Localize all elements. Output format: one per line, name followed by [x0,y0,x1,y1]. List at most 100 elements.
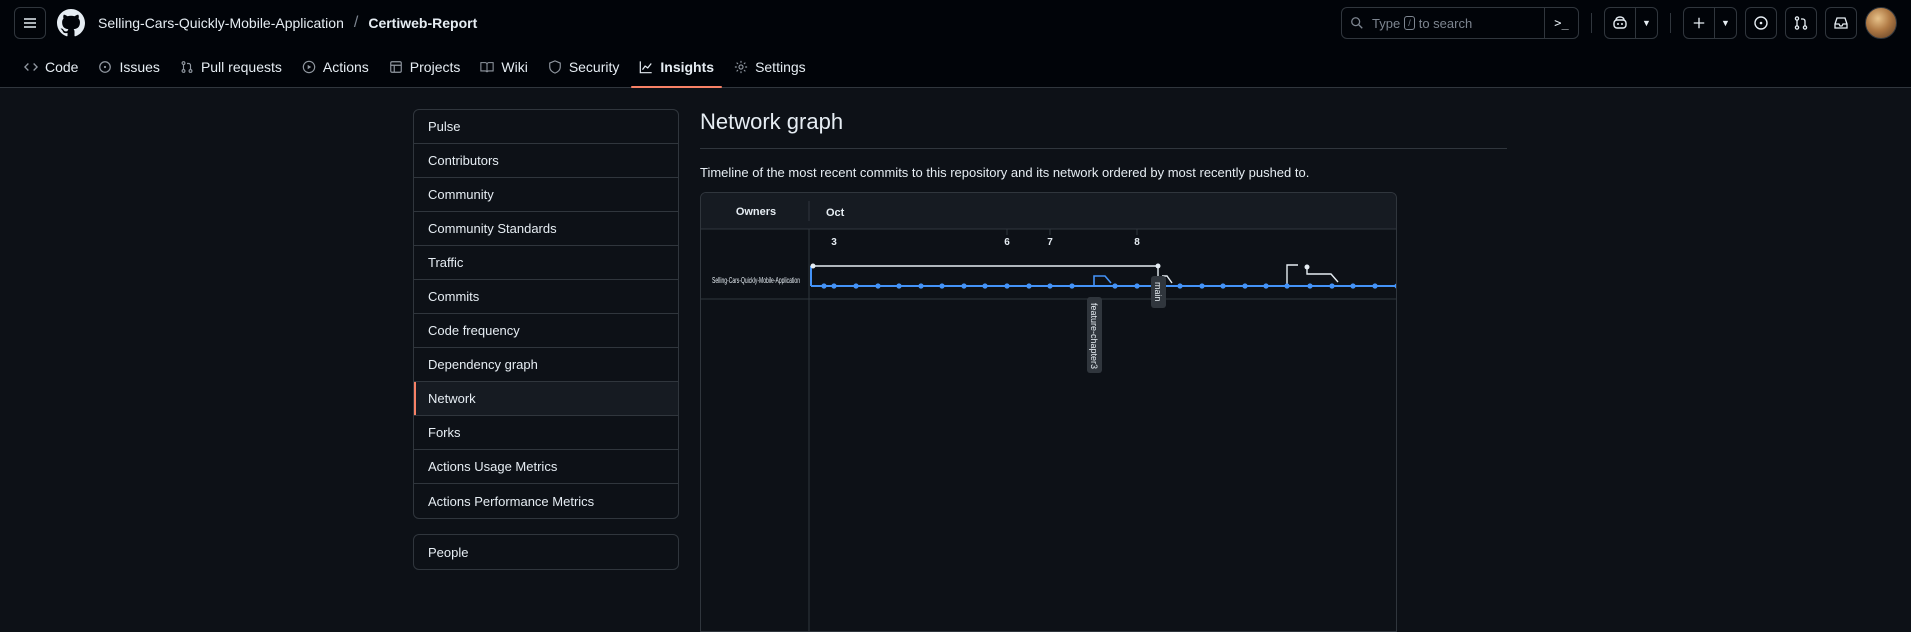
branch-label-feature[interactable]: feature-chapter3 [1087,297,1102,373]
tab-issues[interactable]: Issues [90,46,167,88]
tab-settings[interactable]: Settings [726,46,814,88]
issue-icon [1754,16,1768,30]
hamburger-icon [24,18,36,28]
tab-projects[interactable]: Projects [381,46,469,88]
sidebar-item-community[interactable]: Community [414,178,678,212]
play-icon [302,60,316,74]
search-prefix: Type [1372,15,1401,31]
day-label: 7 [1047,237,1053,248]
pull-requests-button[interactable] [1785,7,1817,39]
insights-sidebar: Pulse Contributors Community Community S… [413,109,679,570]
graph-header-bg [701,193,1396,229]
pull-request-icon [181,61,193,73]
issue-icon [99,61,112,73]
search-input[interactable]: Type / to search >_ [1341,7,1579,39]
people-menu: People [413,534,679,570]
repo-tabs: Code Issues Pull requests Actions Projec… [0,46,1911,88]
tab-label: Code [45,59,79,75]
insights-menu: Pulse Contributors Community Community S… [413,109,679,519]
network-graph-canvas: Owners Oct 3 6 7 8 Selling-Cars-Quickly-… [701,193,1396,631]
sidebar-item-code-frequency[interactable]: Code frequency [414,314,678,348]
divider [1591,13,1592,33]
copilot-dropdown[interactable]: ▼ [1636,7,1658,39]
day-labels: 3 6 7 8 [831,237,1140,248]
search-shortcut-key: / [1404,16,1415,30]
shield-icon [548,60,561,74]
sidebar-item-actions-performance-metrics[interactable]: Actions Performance Metrics [414,484,678,518]
chevron-down-icon: ▼ [1721,18,1730,28]
feature-branch-line [1093,275,1112,286]
tab-security[interactable]: Security [540,46,628,88]
branch-line [1286,264,1298,286]
header-tools: Type / to search >_ ▼ ▼ [1341,7,1897,39]
plus-icon [1693,17,1705,29]
menu-button[interactable] [14,7,46,39]
sidebar-item-pulse[interactable]: Pulse [414,110,678,144]
branch-label-main[interactable]: main [1151,276,1166,308]
tab-actions[interactable]: Actions [294,46,377,88]
sidebar-item-people[interactable]: People [414,535,678,569]
book-icon [480,62,495,73]
search-suffix: to search [1418,15,1473,31]
sidebar-item-contributors[interactable]: Contributors [414,144,678,178]
breadcrumb-separator: / [353,14,359,31]
app-header: Selling-Cars-Quickly-Mobile-Application … [0,0,1911,88]
command-palette-button[interactable]: >_ [1544,8,1578,38]
month-label: Oct [826,207,845,219]
sidebar-item-actions-usage-metrics[interactable]: Actions Usage Metrics [414,450,678,484]
branch-label-main-text: main [1153,282,1163,302]
create-group: ▼ [1683,7,1737,39]
github-mark-icon [57,9,85,37]
page-description: Timeline of the most recent commits to t… [700,165,1310,180]
create-new-button[interactable] [1683,7,1715,39]
tab-label: Actions [322,59,369,75]
pull-request-icon [1794,16,1808,30]
table-icon [389,61,402,73]
day-label: 8 [1134,237,1140,248]
breadcrumb: Selling-Cars-Quickly-Mobile-Application … [98,14,477,32]
tab-code[interactable]: Code [16,46,86,88]
github-logo[interactable] [56,8,86,38]
tab-label: Security [568,59,620,75]
branch-label-feature-text: feature-chapter3 [1089,303,1099,369]
tab-label: Settings [755,59,806,75]
commit-dot[interactable] [810,263,816,269]
copilot-icon [1613,16,1627,29]
commit-dot[interactable] [1304,264,1310,270]
day-label: 6 [1004,237,1010,248]
tab-label: Projects [409,59,461,75]
tab-label: Insights [660,59,715,75]
tab-label: Pull requests [200,59,282,75]
create-dropdown[interactable]: ▼ [1715,7,1737,39]
sidebar-item-dependency-graph[interactable]: Dependency graph [414,348,678,382]
tab-insights[interactable]: Insights [631,46,722,88]
tab-pull-requests[interactable]: Pull requests [172,46,290,88]
sidebar-item-forks[interactable]: Forks [414,416,678,450]
graph-icon [640,61,653,74]
branch-line [1306,268,1339,283]
network-graph[interactable]: Owners Oct 3 6 7 8 Selling-Cars-Quickly-… [700,192,1397,632]
copilot-button[interactable] [1604,7,1636,39]
top-bar: Selling-Cars-Quickly-Mobile-Application … [0,0,1911,46]
sidebar-item-network[interactable]: Network [414,382,678,416]
tab-wiki[interactable]: Wiki [472,46,535,88]
avatar[interactable] [1865,7,1897,39]
issues-button[interactable] [1745,7,1777,39]
copilot-group: ▼ [1604,7,1658,39]
tab-label: Wiki [501,59,528,75]
divider [1670,13,1671,33]
inbox-button[interactable] [1825,7,1857,39]
inbox-icon [1834,17,1848,29]
owners-header: Owners [736,206,776,218]
chevron-down-icon: ▼ [1642,18,1651,28]
repo-link[interactable]: Certiweb-Report [368,15,477,31]
search-icon [1351,17,1363,29]
sidebar-item-commits[interactable]: Commits [414,280,678,314]
sidebar-item-community-standards[interactable]: Community Standards [414,212,678,246]
page-title: Network graph [700,109,1507,149]
owner-link[interactable]: Selling-Cars-Quickly-Mobile-Application [98,15,344,31]
day-label: 3 [831,237,837,248]
gear-icon [734,60,748,74]
code-icon [24,63,38,71]
sidebar-item-traffic[interactable]: Traffic [414,246,678,280]
